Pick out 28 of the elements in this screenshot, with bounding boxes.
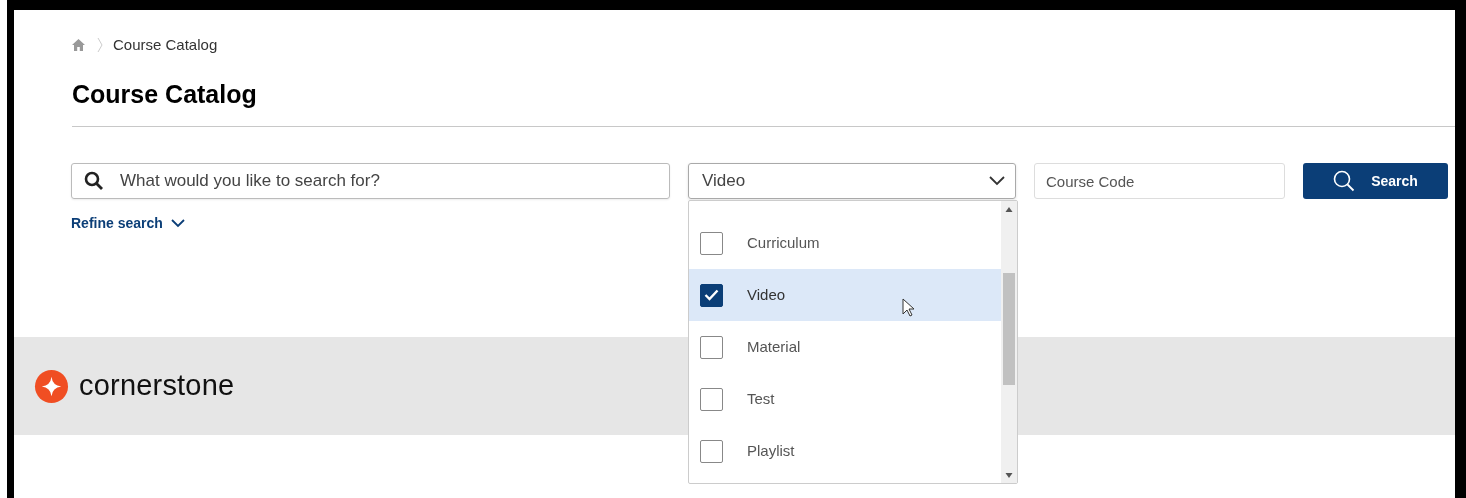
checkbox[interactable]	[700, 439, 723, 463]
dropdown-option[interactable]: Curriculum	[689, 217, 1001, 269]
dropdown-option[interactable]: Material	[689, 321, 1001, 373]
search-button[interactable]: Search	[1303, 163, 1448, 199]
checkbox[interactable]	[700, 335, 723, 359]
page-title: Course Catalog	[72, 79, 258, 109]
home-icon[interactable]	[72, 39, 85, 51]
breadcrumb-item[interactable]: Course Catalog	[113, 33, 218, 57]
checkbox[interactable]	[700, 283, 723, 307]
caret-icon	[989, 176, 1005, 186]
checkbox[interactable]	[700, 231, 723, 255]
dropdown-option[interactable]: Test	[689, 373, 1001, 425]
checkbox[interactable]	[700, 387, 723, 411]
chevron-icon	[97, 37, 103, 53]
search-icon	[1333, 170, 1356, 192]
logo-text: cornerstone	[79, 368, 235, 404]
type-dropdown[interactable]: Video	[688, 163, 1016, 199]
refine-search-link[interactable]: Refine search	[71, 213, 185, 234]
pointer-cursor-icon	[902, 298, 915, 318]
chevron-down-icon	[170, 219, 185, 228]
scrollbar[interactable]	[1001, 201, 1017, 483]
course-code-field[interactable]: Course Code	[1034, 163, 1285, 199]
checkmark-icon	[704, 289, 719, 301]
search-field[interactable]: What would you like to search for?	[71, 163, 670, 199]
search-icon	[84, 171, 104, 191]
dropdown-option[interactable]: Video	[689, 269, 1001, 321]
dropdown-option[interactable]: Playlist	[689, 425, 1001, 477]
logo-icon	[34, 368, 69, 404]
